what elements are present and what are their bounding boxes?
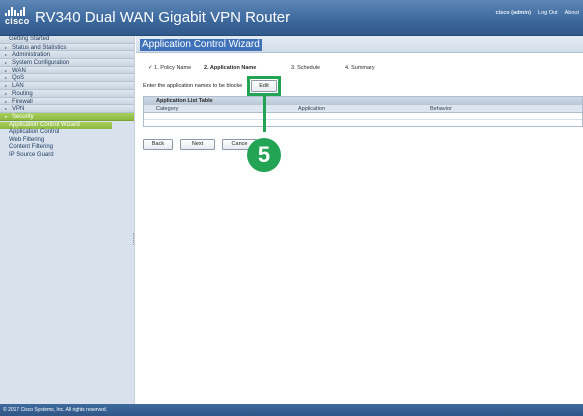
header-bar: cisco RV340 Dual WAN Gigabit VPN Router … xyxy=(0,0,583,36)
expand-arrow-icon: ▸ xyxy=(5,44,8,50)
sidebar-item-label: Getting Started xyxy=(9,36,50,42)
sidebar-subitem-ip-source-guard[interactable]: IP Source Guard xyxy=(0,152,134,160)
sidebar-item-label: QoS xyxy=(12,75,25,82)
table-title: Application List Table xyxy=(144,97,582,105)
sidebar-subitem-application-control-wizard[interactable]: Application Control Wizard xyxy=(0,121,112,130)
sidebar-subitem-web-filtering[interactable]: Web Filtering xyxy=(0,137,134,145)
expand-arrow-icon: ▸ xyxy=(5,67,8,73)
logo-text: cisco xyxy=(5,16,30,26)
sidebar-subitem-application-control[interactable]: Application Control xyxy=(0,129,134,137)
sidebar-item-status-and-statistics[interactable]: ▸ Status and Statistics xyxy=(0,43,134,52)
sidebar-item-routing[interactable]: ▸ Routing xyxy=(0,89,134,98)
sidebar-item-label: Routing xyxy=(12,90,33,97)
sidebar-nav: Getting Started ▸ Status and Statistics ▸… xyxy=(0,36,135,410)
sidebar-subitem-content-filtering[interactable]: Content Filtering xyxy=(0,144,134,152)
sidebar-item-qos[interactable]: ▸ QoS xyxy=(0,74,134,83)
column-header-application: Application xyxy=(298,106,325,112)
footer-bar: © 2017 Cisco Systems, Inc. All rights re… xyxy=(0,404,583,416)
column-header-category: Category xyxy=(156,106,179,112)
logout-link[interactable]: Log Out xyxy=(538,10,558,16)
table-row xyxy=(144,113,582,120)
sidebar-item-label: LAN xyxy=(12,83,24,90)
sidebar-item-wan[interactable]: ▸ WAN xyxy=(0,66,134,75)
expand-arrow-icon: ▸ xyxy=(5,90,8,96)
expand-arrow-icon: ▸ xyxy=(5,52,8,58)
column-header-behavior: Behavior xyxy=(430,106,452,112)
sidebar-background xyxy=(0,161,134,410)
sidebar-item-vpn[interactable]: ▸ VPN xyxy=(0,105,134,113)
callout-step-badge: 5 xyxy=(247,138,281,172)
sidebar-item-label: VPN xyxy=(12,106,25,113)
wizard-step-schedule: 3. Schedule xyxy=(291,65,321,71)
callout-highlight-box xyxy=(247,76,281,96)
back-button[interactable]: Back xyxy=(143,139,173,150)
cisco-logo: cisco xyxy=(5,6,30,28)
callout-connector-line xyxy=(263,96,266,132)
about-link[interactable]: About xyxy=(565,10,579,16)
sidebar-item-label: System Configuration xyxy=(12,60,70,67)
page-title-bar: Application Control Wizard xyxy=(136,36,583,53)
sidebar-item-label: WAN xyxy=(12,67,26,74)
table-header-row: Category Application Behavior xyxy=(144,105,582,113)
current-user: cisco (admin) xyxy=(495,10,532,16)
wizard-step-policy-name: ✓ 1. Policy Name xyxy=(148,65,192,71)
application-list-table: Application List Table Category Applicat… xyxy=(143,96,583,127)
cisco-bars-icon xyxy=(5,6,27,16)
expand-arrow-icon: ▸ xyxy=(5,60,8,66)
sidebar-item-security[interactable]: ▾ Security xyxy=(0,112,134,121)
sidebar-item-label: Security xyxy=(12,113,34,120)
copyright-text: © 2017 Cisco Systems, Inc. All rights re… xyxy=(3,407,108,413)
next-button[interactable]: Next xyxy=(180,139,215,150)
expand-arrow-icon: ▸ xyxy=(5,83,8,89)
expand-arrow-icon: ▸ xyxy=(5,75,8,81)
instruction-text: Enter the application names to be blocke xyxy=(143,83,243,89)
wizard-step-application-name: 2. Application Name xyxy=(204,65,257,71)
sidebar-item-getting-started[interactable]: Getting Started xyxy=(0,36,134,44)
main-content: Application Control Wizard ✓ 1. Policy N… xyxy=(136,36,583,404)
sidebar-item-firewall[interactable]: ▸ Firewall xyxy=(0,97,134,106)
sidebar-item-lan[interactable]: ▸ LAN xyxy=(0,82,134,90)
page-title: Application Control Wizard xyxy=(140,39,262,51)
app-title: RV340 Dual WAN Gigabit VPN Router xyxy=(35,9,291,26)
sidebar-item-label: Firewall xyxy=(12,98,33,105)
wizard-step-summary: 4. Summary xyxy=(345,65,375,71)
collapse-arrow-icon: ▾ xyxy=(5,113,8,119)
sidebar-item-administration[interactable]: ▸ Administration xyxy=(0,51,134,60)
security-submenu: Application Control Wizard Application C… xyxy=(0,120,134,162)
expand-arrow-icon: ▸ xyxy=(5,98,8,104)
user-area: cisco (admin) Log Out About xyxy=(496,10,579,16)
sidebar-item-label: Status and Statistics xyxy=(12,44,67,51)
sidebar-item-system-configuration[interactable]: ▸ System Configuration xyxy=(0,59,134,67)
expand-arrow-icon: ▸ xyxy=(5,106,8,112)
sidebar-item-label: Administration xyxy=(12,52,51,59)
sidebar-splitter-handle[interactable] xyxy=(133,233,135,245)
